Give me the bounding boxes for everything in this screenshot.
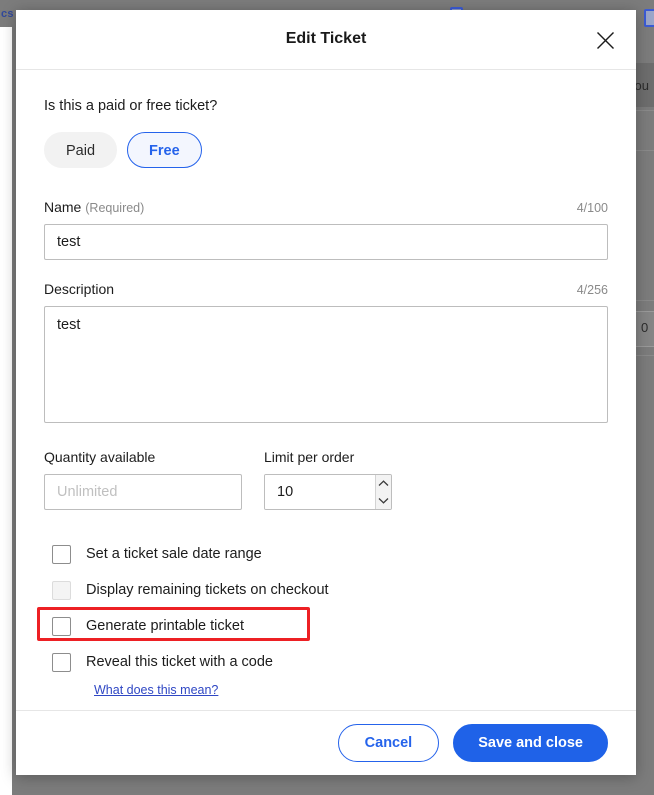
dialog-body: Is this a paid or free ticket? Paid Free… (16, 70, 636, 710)
limit-stepper (264, 474, 392, 510)
limit-field-group: Limit per order (264, 449, 392, 510)
name-char-counter: 4/100 (576, 201, 608, 215)
description-field-label: Description (44, 281, 115, 297)
chevron-down-icon[interactable] (376, 492, 391, 509)
quantity-limit-row: Quantity available Limit per order (44, 449, 608, 510)
pricing-option-free[interactable]: Free (127, 132, 202, 168)
option-row-printable-ticket: Generate printable ticket (37, 607, 608, 644)
name-label-text: Name (44, 199, 82, 215)
checkbox-reveal-with-code[interactable] (52, 652, 71, 672)
option-label-display-remaining: Display remaining tickets on checkout (86, 582, 329, 598)
dialog-header: Edit Ticket (16, 10, 636, 70)
checkbox-generate-printable-ticket[interactable] (52, 616, 71, 636)
limit-field-label: Limit per order (264, 449, 355, 465)
ticket-options-group: Set a ticket sale date range Display rem… (37, 536, 608, 699)
close-icon[interactable] (589, 24, 621, 56)
save-and-close-button[interactable]: Save and close (453, 724, 608, 762)
checkbox-set-sale-date-range[interactable] (52, 544, 71, 564)
close-x-glyph (596, 31, 614, 49)
dialog-title: Edit Ticket (285, 30, 367, 47)
background-left-panel (0, 27, 12, 795)
description-field-header: Description 4/256 (44, 281, 608, 297)
description-char-counter: 4/256 (576, 283, 608, 297)
name-field-header: Name (Required) 4/100 (44, 199, 608, 215)
quantity-field-group: Quantity available (44, 449, 242, 510)
checkbox-display-remaining-tickets (52, 580, 71, 600)
quantity-input[interactable] (44, 474, 242, 510)
what-does-this-mean-link[interactable]: What does this mean? (94, 683, 218, 697)
option-row-reveal-with-code: Reveal this ticket with a code (44, 644, 608, 680)
help-link-row: What does this mean? (94, 681, 608, 699)
background-breadcrumb-fragment: cs (1, 8, 14, 20)
pricing-toggle-group: Paid Free (44, 132, 608, 168)
description-textarea[interactable] (44, 306, 608, 423)
edit-ticket-dialog: Edit Ticket Is this a paid or free ticke… (16, 10, 636, 775)
background-cell-value-fragment: 0 (641, 320, 649, 335)
pricing-question-label: Is this a paid or free ticket? (44, 98, 218, 114)
stepper-buttons (375, 475, 391, 509)
quantity-field-label: Quantity available (44, 449, 156, 465)
name-field-label: Name (Required) (44, 199, 144, 215)
option-row-display-remaining: Display remaining tickets on checkout (44, 572, 608, 608)
cancel-button[interactable]: Cancel (337, 724, 440, 762)
name-field-group: Name (Required) 4/100 (44, 199, 608, 260)
name-input[interactable] (44, 224, 608, 260)
option-label-date-range: Set a ticket sale date range (86, 546, 262, 562)
pricing-option-paid[interactable]: Paid (44, 132, 118, 168)
dialog-footer: Cancel Save and close (16, 710, 636, 775)
option-label-reveal-with-code: Reveal this ticket with a code (86, 654, 273, 670)
option-row-date-range: Set a ticket sale date range (44, 536, 608, 572)
option-label-printable-ticket: Generate printable ticket (86, 618, 244, 634)
chevron-up-icon[interactable] (376, 475, 391, 492)
limit-input[interactable] (265, 475, 376, 509)
chevron-up-glyph (378, 480, 389, 486)
name-required-note: (Required) (85, 201, 145, 215)
description-field-group: Description 4/256 (44, 281, 608, 428)
chevron-down-glyph (378, 498, 389, 504)
background-right-logo-icon (644, 9, 654, 27)
